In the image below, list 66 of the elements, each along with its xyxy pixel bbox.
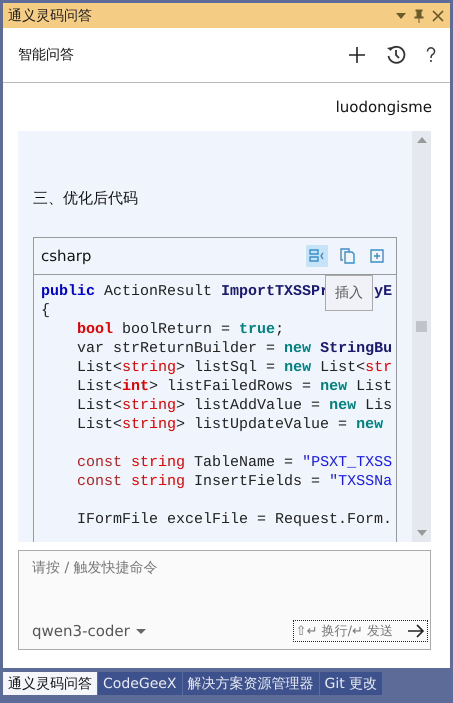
chat-input[interactable]: 请按 / 触发快捷命令 qwen3-coder ⇧↵ 换行/↵ 发送 (18, 550, 431, 650)
code-token: string (122, 397, 176, 414)
tooltip: 插入 (325, 275, 373, 311)
code-token: bool (77, 321, 114, 338)
code-token: new (284, 340, 312, 357)
scroll-thumb[interactable] (416, 321, 427, 332)
model-dropdown[interactable]: qwen3-coder (32, 622, 146, 640)
code-token: public (41, 283, 96, 300)
code-token: boolReturn = (121, 321, 232, 338)
code-token: new (320, 378, 348, 395)
code-token: const (77, 454, 124, 471)
code-token: true (239, 321, 276, 338)
code-token: List< (77, 359, 122, 376)
code-token: string (131, 454, 186, 471)
code-token: "PSXT_TXSS (302, 454, 392, 471)
close-icon[interactable] (432, 10, 444, 22)
code-token: TableName = (193, 454, 294, 471)
tool-tab[interactable]: CodeGeeX (98, 672, 182, 695)
send-button[interactable] (407, 624, 425, 638)
code-token: string (122, 359, 176, 376)
tool-tab[interactable]: Git 更改 (320, 672, 382, 695)
code-token: new (356, 416, 384, 433)
code-token: yE (374, 283, 392, 300)
window-title: 通义灵码问答 (8, 6, 93, 24)
code-token: ActionResult (103, 283, 214, 300)
insert-button[interactable] (306, 245, 328, 267)
section-heading: 三、优化后代码 (33, 189, 139, 208)
shortcut-hint: ⇧↵ 换行/↵ 发送 (296, 623, 393, 640)
history-icon[interactable] (386, 45, 406, 65)
user-name: luodongisme (334, 97, 433, 117)
code-token: string (122, 416, 176, 433)
tool-tab[interactable]: 解决方案资源管理器 (182, 672, 319, 695)
tool-tab[interactable]: 通义灵码问答 (3, 672, 97, 695)
code-token: InsertFields = (193, 473, 322, 490)
code-token: List< (319, 359, 366, 376)
code-token: str (365, 359, 392, 376)
scroll-up-icon[interactable] (416, 137, 426, 143)
help-icon[interactable] (426, 47, 436, 63)
code-token: > listFailedRows = (149, 378, 312, 395)
code-token: StringBu (320, 340, 392, 357)
code-token: new (284, 359, 312, 376)
code-token: { (41, 302, 50, 319)
code-token: > listAddValue = (176, 397, 322, 414)
scroll-down-icon[interactable] (416, 530, 426, 536)
code-token: Lis (364, 397, 392, 414)
code-token: List< (77, 416, 122, 433)
caret-icon (136, 628, 146, 634)
code-token: ; (275, 321, 284, 338)
panel-title: 智能问答 (18, 46, 75, 64)
add-icon[interactable] (348, 46, 366, 64)
code-token: List< (77, 378, 122, 395)
code-token: List (355, 378, 392, 395)
code-token: > listSql = (176, 359, 276, 376)
code-token: > listUpdateValue = (176, 416, 348, 433)
code-token: new (329, 397, 356, 414)
dropdown-icon[interactable] (396, 12, 406, 18)
code-token: List< (77, 397, 122, 414)
scrollbar[interactable] (412, 131, 431, 542)
code-language: csharp (41, 247, 92, 265)
code-token: int (122, 378, 150, 395)
code-token: const (77, 473, 124, 490)
code-token: string (131, 473, 186, 490)
code-token: IFormFile excelFile = Request.Form. (77, 511, 392, 528)
pin-icon[interactable] (414, 8, 424, 22)
code-token: "TXSSNa (329, 473, 392, 490)
code-token: var strReturnBuilder = (77, 340, 276, 357)
